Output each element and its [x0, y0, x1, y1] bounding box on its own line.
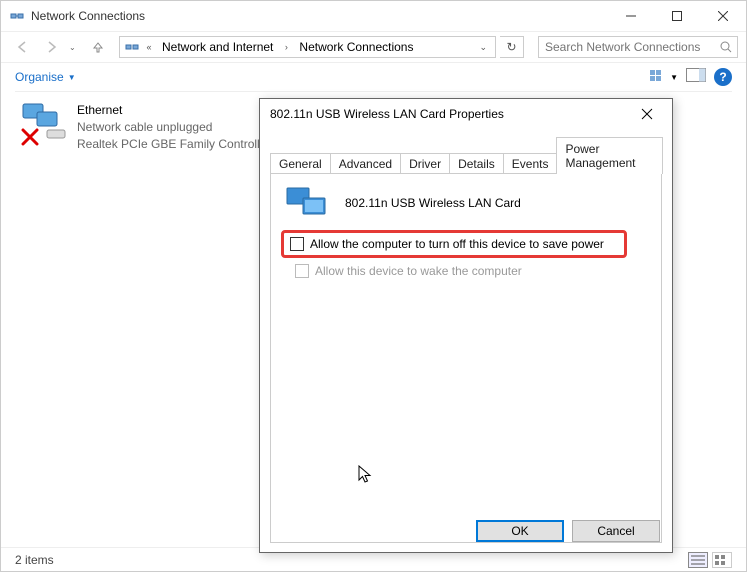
chevron-right-icon: ›: [279, 42, 293, 52]
address-dropdown[interactable]: ⌄: [475, 42, 491, 53]
tab-general[interactable]: General: [270, 153, 331, 174]
breadcrumb-network-connections[interactable]: Network Connections: [295, 40, 417, 54]
address-bar[interactable]: « Network and Internet › Network Connect…: [119, 36, 496, 58]
chevron-left-icon[interactable]: «: [142, 42, 156, 52]
window-controls: [608, 1, 746, 31]
device-label: 802.11n USB Wireless LAN Card: [345, 196, 521, 210]
connection-name: Ethernet: [77, 102, 270, 119]
forward-button[interactable]: [39, 35, 65, 59]
view-mode-selector[interactable]: ▼: [650, 70, 678, 84]
tab-power-management[interactable]: Power Management: [556, 137, 663, 174]
properties-dialog: 802.11n USB Wireless LAN Card Properties…: [259, 98, 673, 553]
status-view-toggles: [688, 552, 732, 568]
tab-panel: 802.11n USB Wireless LAN Card Allow the …: [270, 173, 662, 543]
divider: [15, 91, 732, 92]
help-icon[interactable]: ?: [714, 68, 732, 86]
power-off-checkbox[interactable]: [290, 237, 304, 251]
dialog-title: 802.11n USB Wireless LAN Card Properties: [270, 107, 632, 121]
command-bar: Organise ▼ ▼ ?: [1, 63, 746, 91]
breadcrumb-network-internet[interactable]: Network and Internet: [158, 40, 277, 54]
caret-down-icon: ▼: [670, 73, 678, 82]
wake-option: Allow this device to wake the computer: [295, 264, 522, 278]
up-button[interactable]: [85, 35, 111, 59]
connection-item-ethernet[interactable]: Ethernet Network cable unplugged Realtek…: [19, 102, 270, 153]
tabs-area: General Advanced Driver Details Events P…: [260, 129, 672, 552]
dialog-close-button[interactable]: [632, 99, 662, 129]
wake-checkbox: [295, 264, 309, 278]
status-count: 2 items: [15, 553, 54, 567]
path-icon: [124, 39, 140, 55]
search-input[interactable]: [539, 40, 715, 54]
tab-advanced[interactable]: Advanced: [330, 153, 401, 174]
close-button[interactable]: [700, 1, 746, 31]
cursor-icon: [358, 465, 374, 490]
connection-item-text: Ethernet Network cable unplugged Realtek…: [77, 102, 270, 153]
window-title: Network Connections: [31, 9, 608, 23]
device-row: 802.11n USB Wireless LAN Card: [285, 186, 647, 220]
ok-button[interactable]: OK: [476, 520, 564, 542]
nav-toolbar: ⌄ « Network and Internet › Network Conne…: [1, 31, 746, 63]
search-icon[interactable]: [715, 41, 737, 53]
monitor-icon: [285, 186, 331, 220]
search-box: [538, 36, 738, 58]
organise-label: Organise: [15, 70, 64, 84]
connection-adapter: Realtek PCIe GBE Family Controller: [77, 136, 270, 153]
connection-status: Network cable unplugged: [77, 119, 270, 136]
caret-down-icon: ▼: [68, 73, 76, 82]
wake-label: Allow this device to wake the computer: [315, 264, 522, 278]
refresh-button[interactable]: ↻: [500, 36, 524, 58]
view-large-toggle[interactable]: [712, 552, 732, 568]
titlebar: Network Connections: [1, 1, 746, 31]
preview-pane-icon[interactable]: [686, 68, 706, 87]
ethernet-icon: [19, 102, 67, 146]
cancel-button[interactable]: Cancel: [572, 520, 660, 542]
view-details-toggle[interactable]: [688, 552, 708, 568]
dialog-buttons: OK Cancel: [476, 520, 660, 542]
minimize-button[interactable]: [608, 1, 654, 31]
toolbar-right: ▼ ?: [650, 68, 732, 87]
maximize-button[interactable]: [654, 1, 700, 31]
organise-menu[interactable]: Organise ▼: [15, 70, 76, 84]
dialog-titlebar: 802.11n USB Wireless LAN Card Properties: [260, 99, 672, 129]
tab-bar: General Advanced Driver Details Events P…: [270, 137, 662, 174]
tab-details[interactable]: Details: [449, 153, 504, 174]
tab-events[interactable]: Events: [503, 153, 558, 174]
back-button[interactable]: [9, 35, 35, 59]
highlighted-option: Allow the computer to turn off this devi…: [281, 230, 627, 258]
power-off-label: Allow the computer to turn off this devi…: [310, 237, 604, 251]
tab-driver[interactable]: Driver: [400, 153, 450, 174]
history-dropdown[interactable]: ⌄: [69, 43, 81, 52]
app-icon: [9, 8, 25, 24]
